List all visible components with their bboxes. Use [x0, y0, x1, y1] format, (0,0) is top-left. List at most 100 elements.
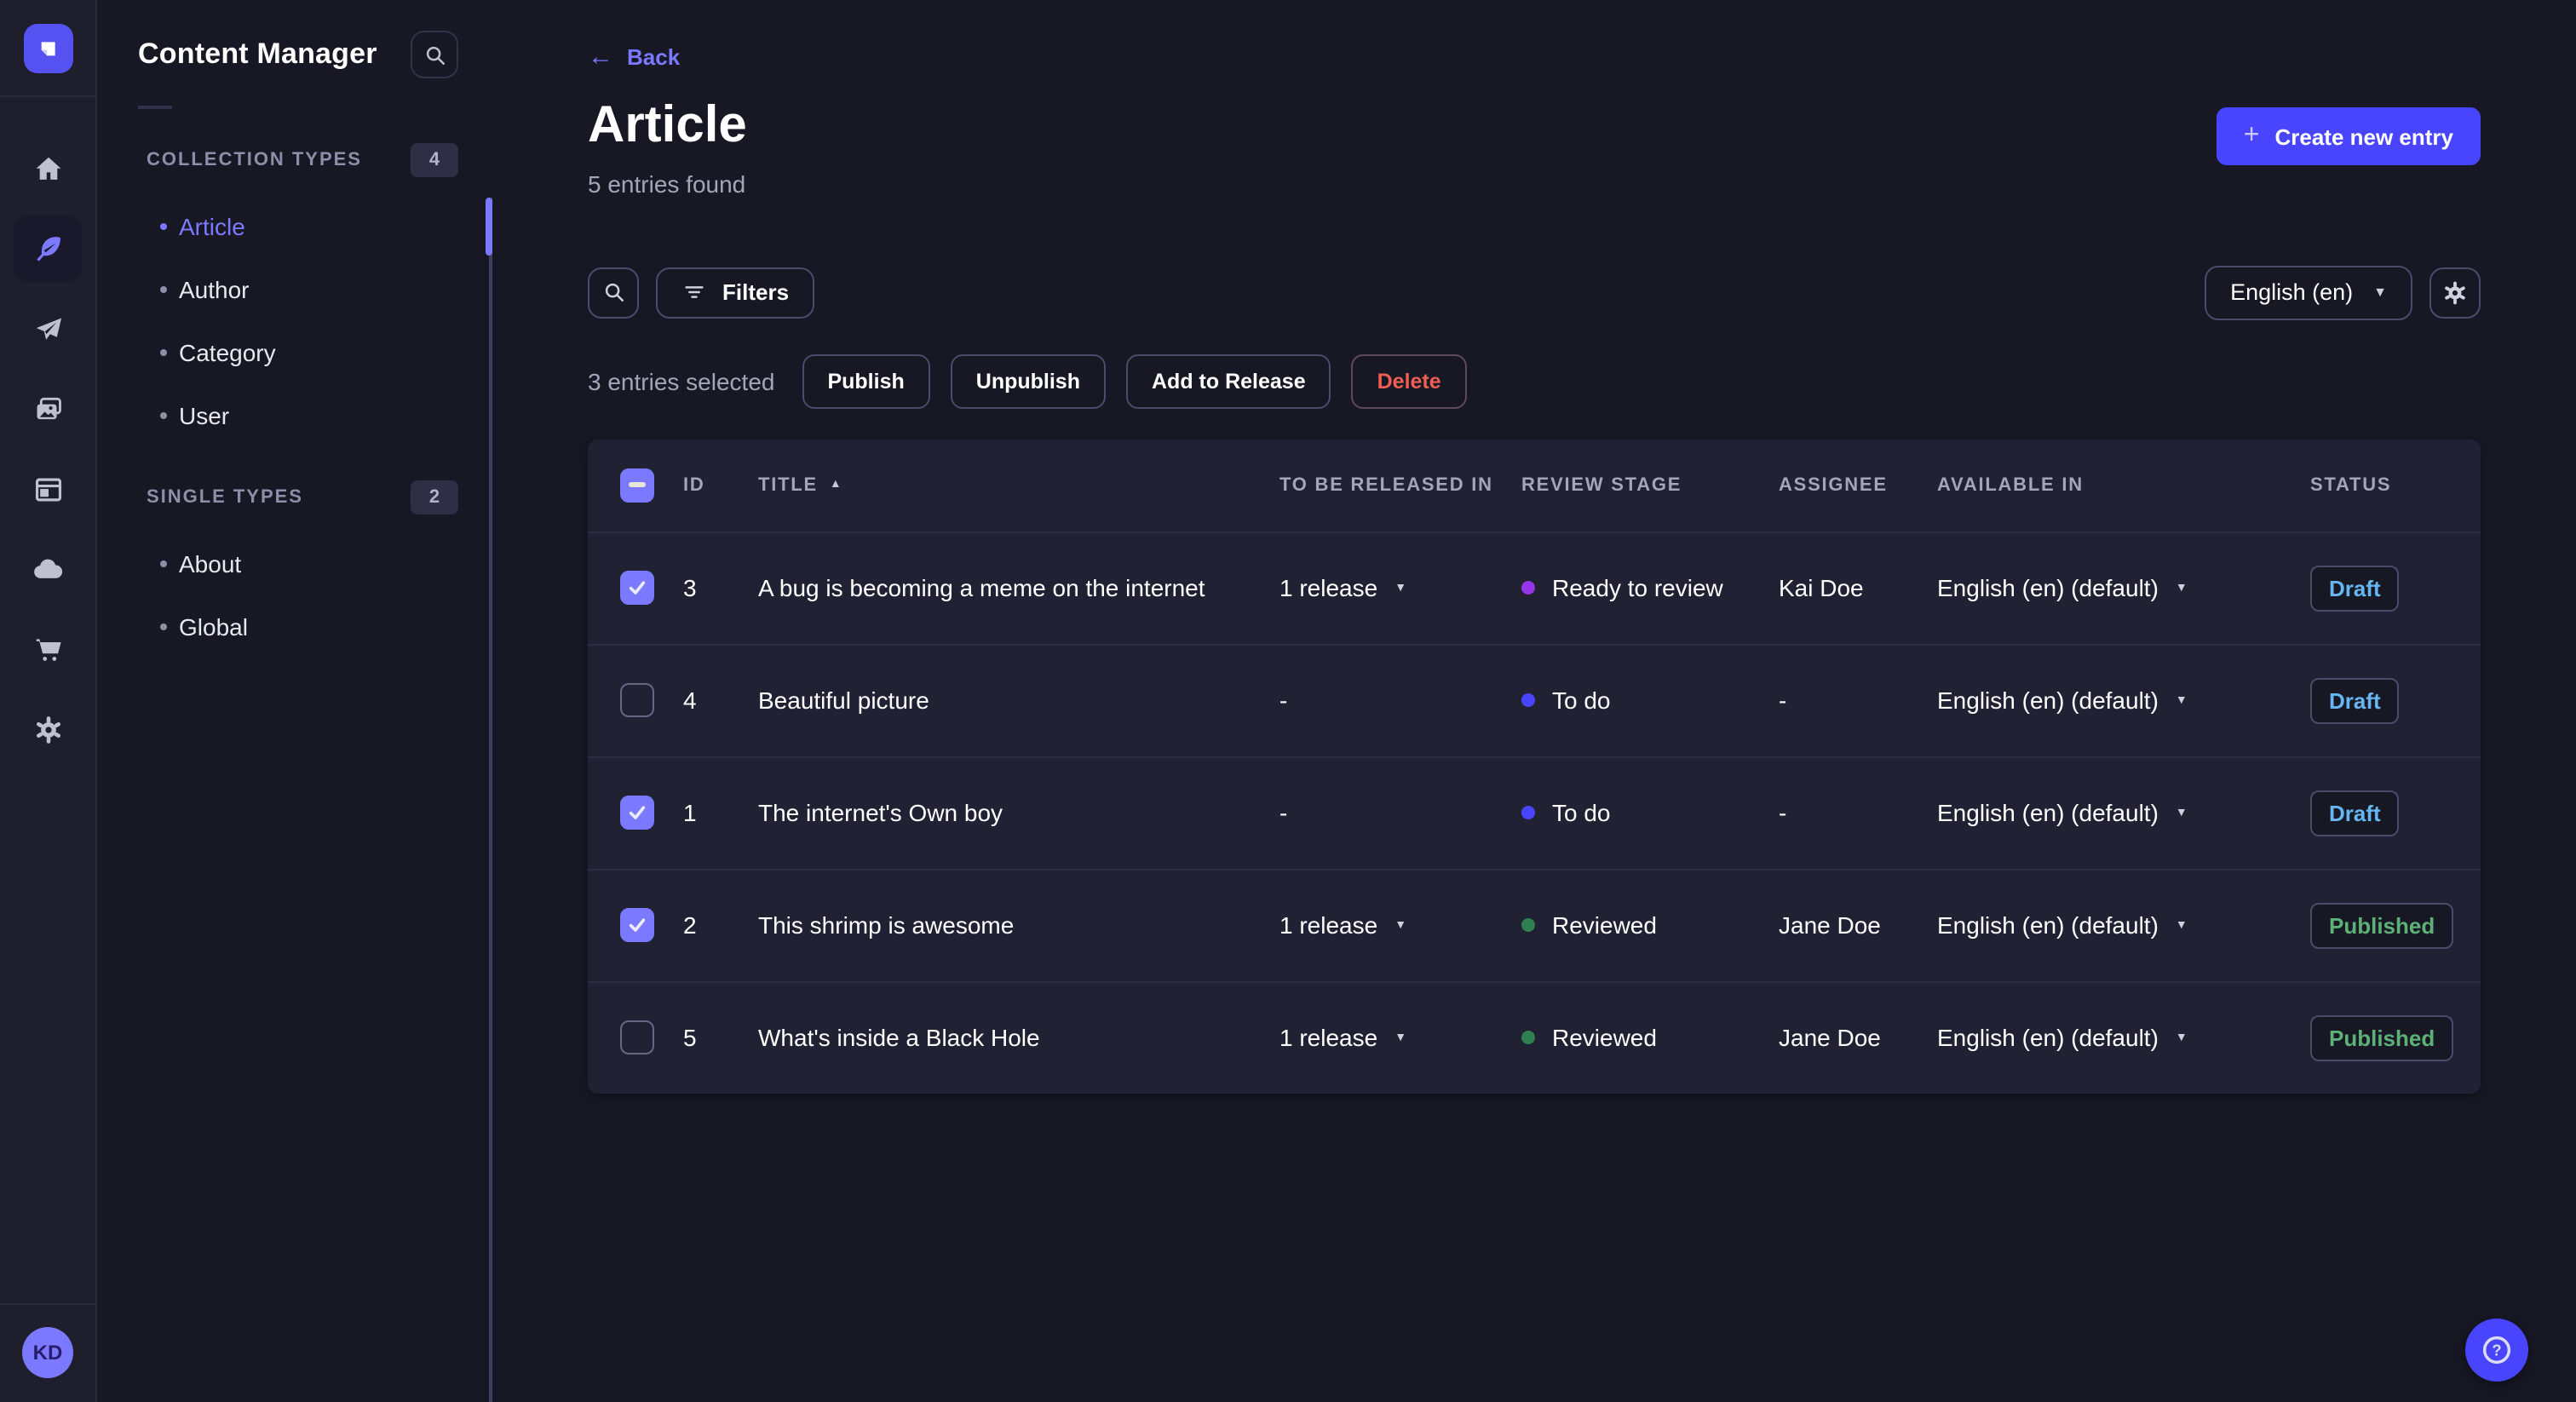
select-all-checkbox[interactable]: [620, 468, 654, 502]
filters-button[interactable]: Filters: [656, 267, 815, 318]
chevron-down-icon: ▼: [1394, 919, 1407, 931]
cell-title: Beautiful picture: [758, 687, 929, 714]
cloud-icon[interactable]: [14, 535, 82, 603]
cell-released-select[interactable]: - ▼: [1279, 799, 1521, 826]
column-header-review-stage[interactable]: REVIEW STAGE: [1521, 474, 1779, 495]
status-badge: Published: [2310, 1014, 2454, 1060]
row-checkbox[interactable]: [620, 908, 654, 942]
layout-icon[interactable]: [14, 455, 82, 523]
column-header-id[interactable]: ID: [683, 474, 758, 495]
column-header-assignee[interactable]: ASSIGNEE: [1779, 474, 1937, 495]
create-entry-button[interactable]: + Create new entry: [2216, 107, 2481, 165]
sidebar-title: Content Manager: [138, 37, 377, 70]
cell-id: 1: [683, 799, 697, 826]
status-badge: Draft: [2310, 790, 2400, 836]
gear-icon: [2445, 280, 2465, 304]
unpublish-button[interactable]: Unpublish: [950, 353, 1106, 408]
section-label: COLLECTION TYPES: [147, 150, 362, 170]
back-link[interactable]: ← Back: [588, 44, 680, 70]
locale-select[interactable]: English (en) ▼: [2205, 265, 2412, 319]
cell-released-select[interactable]: 1 release ▼: [1279, 911, 1521, 939]
home-icon[interactable]: [14, 135, 82, 203]
filter-icon: [685, 286, 704, 298]
help-button[interactable]: ?: [2465, 1319, 2528, 1382]
row-checkbox[interactable]: [620, 683, 654, 717]
cell-released-select[interactable]: 1 release ▼: [1279, 1024, 1521, 1051]
chevron-down-icon: ▼: [2175, 582, 2188, 594]
app-window: KD Content Manager COLLECTION TYPES 4 Ar…: [0, 0, 2576, 1402]
sidebar-item-author[interactable]: Author: [97, 257, 492, 320]
table-row[interactable]: 3 A bug is becoming a meme on the intern…: [588, 531, 2481, 643]
sidebar-search-button[interactable]: [411, 31, 458, 78]
arrow-left-icon: ←: [588, 43, 613, 72]
cell-released-select[interactable]: - ▼: [1279, 687, 1521, 714]
sidebar-section: SINGLE TYPES 2 About Global: [97, 480, 492, 658]
table-row[interactable]: 1 The internet's Own boy - ▼ To do - Eng…: [588, 756, 2481, 868]
column-header-title[interactable]: TITLE ▲: [758, 474, 1279, 495]
cell-available-in-select[interactable]: English (en) (default) ▼: [1937, 574, 2310, 601]
table-row[interactable]: 2 This shrimp is awesome 1 release ▼ Rev…: [588, 868, 2481, 980]
sidebar-item-label: Category: [179, 338, 276, 365]
sidebar-item-article[interactable]: Article: [97, 194, 492, 257]
row-checkbox[interactable]: [620, 1020, 654, 1054]
status-badge: Published: [2310, 902, 2454, 948]
view-settings-button[interactable]: [2429, 267, 2481, 318]
rail-divider: [0, 1303, 95, 1305]
cell-available-in-select[interactable]: English (en) (default) ▼: [1937, 687, 2310, 714]
publish-button[interactable]: Publish: [802, 353, 930, 408]
status-badge: Draft: [2310, 677, 2400, 723]
sidebar-item-label: About: [179, 549, 242, 577]
cart-icon[interactable]: [14, 615, 82, 683]
sidebar-item-about[interactable]: About: [97, 531, 492, 595]
cell-title: The internet's Own boy: [758, 799, 1003, 826]
sidebar-item-label: User: [179, 401, 230, 428]
question-mark-icon: ?: [2482, 1336, 2511, 1365]
entries-table: ID TITLE ▲ TO BE RELEASED IN REVIEW STAGE ASS…: [588, 439, 2481, 1093]
cell-assignee: Kai Doe: [1779, 574, 1864, 601]
user-avatar[interactable]: KD: [22, 1327, 73, 1378]
cell-id: 3: [683, 574, 697, 601]
rail-divider: [0, 95, 95, 97]
column-header-available-in[interactable]: AVAILABLE IN: [1937, 474, 2310, 495]
column-header-to-be-released-in[interactable]: TO BE RELEASED IN: [1279, 474, 1521, 495]
paper-plane-icon[interactable]: [14, 295, 82, 363]
table-row[interactable]: 5 What's inside a Black Hole 1 release ▼…: [588, 980, 2481, 1093]
sidebar-item-label: Article: [179, 212, 245, 239]
search-button[interactable]: [588, 267, 639, 318]
back-label: Back: [627, 44, 681, 70]
table-row[interactable]: 4 Beautiful picture - ▼ To do - English …: [588, 643, 2481, 756]
cell-assignee: -: [1779, 799, 1787, 826]
images-media-library-icon[interactable]: [14, 375, 82, 443]
column-header-status[interactable]: STATUS: [2310, 474, 2481, 495]
stage-dot: [1521, 1031, 1535, 1044]
stage-dot: [1521, 581, 1535, 595]
chevron-down-icon: ▼: [2175, 919, 2188, 931]
row-checkbox[interactable]: [620, 571, 654, 605]
stage-dot: [1521, 918, 1535, 932]
cell-available-in-select[interactable]: English (en) (default) ▼: [1937, 911, 2310, 939]
cell-available-in-select[interactable]: English (en) (default) ▼: [1937, 1024, 2310, 1051]
feather-content-manager-icon[interactable]: [14, 215, 82, 283]
page-title: Article: [588, 97, 747, 153]
row-checkbox[interactable]: [620, 796, 654, 830]
section-count-badge: 2: [411, 480, 458, 514]
cell-title: What's inside a Black Hole: [758, 1024, 1040, 1051]
sidebar-item-user[interactable]: User: [97, 383, 492, 446]
section-label: SINGLE TYPES: [147, 487, 303, 508]
strapi-logo-icon[interactable]: [23, 24, 72, 73]
sidebar-divider: [138, 106, 172, 109]
sidebar-item-global[interactable]: Global: [97, 595, 492, 658]
delete-button[interactable]: Delete: [1351, 353, 1467, 408]
chevron-down-icon: ▼: [1394, 582, 1407, 594]
sidebar-scrollbar-thumb[interactable]: [486, 198, 492, 256]
selection-count: 3 entries selected: [588, 367, 775, 394]
add-to-release-button[interactable]: Add to Release: [1126, 353, 1331, 408]
nav-rail: KD: [0, 0, 97, 1402]
cell-released-select[interactable]: 1 release ▼: [1279, 574, 1521, 601]
gear-icon[interactable]: [14, 695, 82, 763]
cell-available-in-select[interactable]: English (en) (default) ▼: [1937, 799, 2310, 826]
cell-review-stage: Reviewed: [1521, 911, 1779, 939]
cell-id: 5: [683, 1024, 697, 1051]
search-icon: [425, 45, 444, 64]
sidebar-item-category[interactable]: Category: [97, 320, 492, 383]
